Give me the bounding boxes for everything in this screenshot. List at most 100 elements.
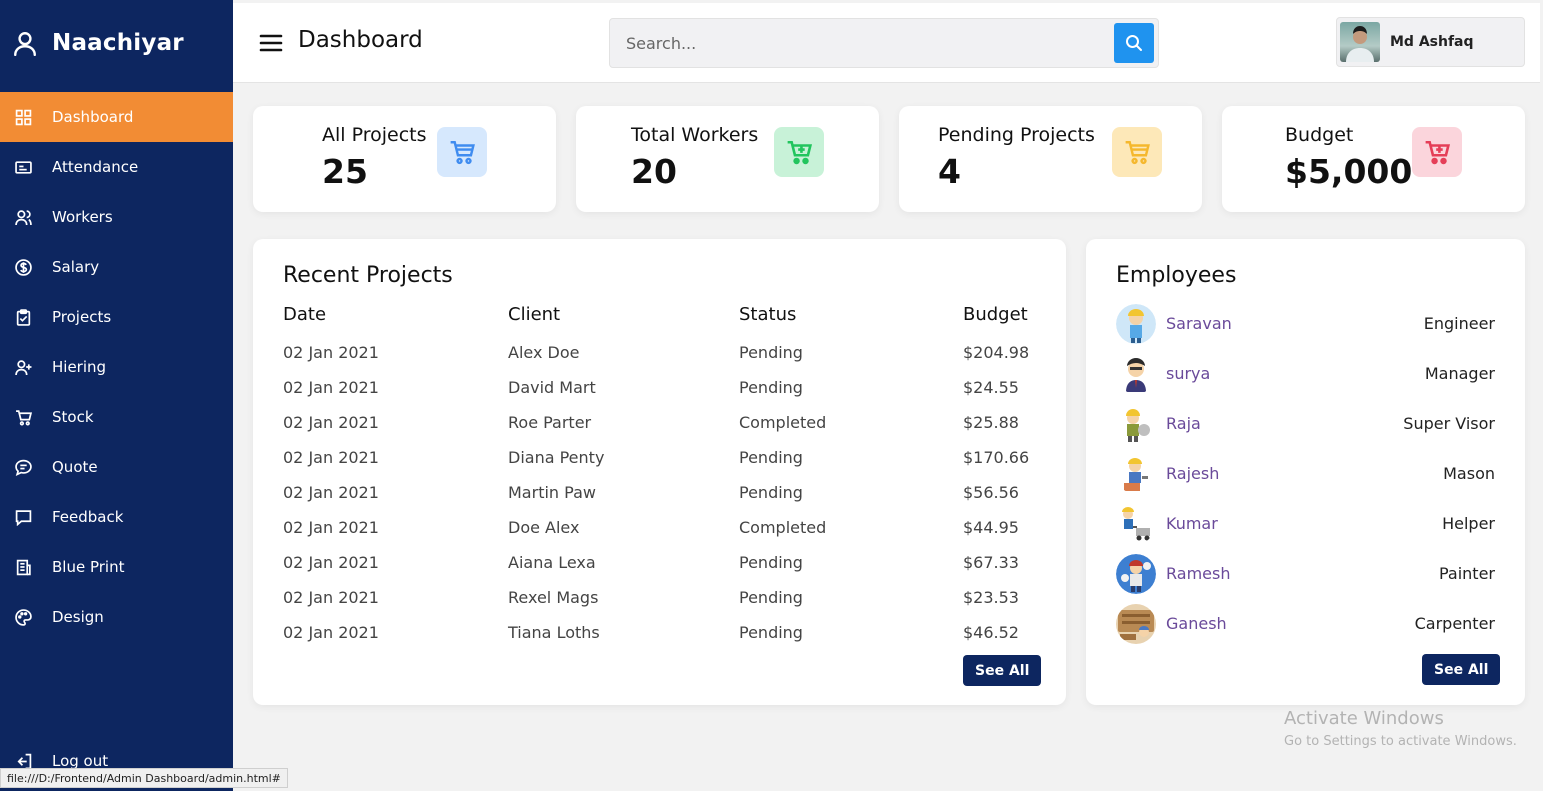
cell-budget: $44.95 — [963, 518, 1019, 537]
see-all-employees-button[interactable]: See All — [1422, 654, 1501, 685]
sidebar-item-workers[interactable]: Workers — [0, 192, 233, 242]
topbar: Dashboard Md Ashfaq — [233, 3, 1540, 83]
user-profile[interactable]: Md Ashfaq — [1336, 17, 1525, 67]
employee-item[interactable]: surya Manager — [1116, 354, 1495, 394]
employee-name: surya — [1166, 364, 1211, 383]
windows-activation-subtitle: Go to Settings to activate Windows. — [1284, 734, 1517, 749]
employee-role: Painter — [1438, 564, 1495, 583]
card-budget[interactable]: Budget $5,000 — [1222, 106, 1525, 212]
cart-icon — [16, 409, 32, 425]
cell-date: 02 Jan 2021 — [283, 378, 379, 397]
user-icon — [14, 32, 36, 56]
cell-date: 02 Jan 2021 — [283, 483, 379, 502]
table-row[interactable]: 02 Jan 2021 Rexel Mags Pending $23.53 — [283, 588, 1043, 618]
search-icon — [1126, 35, 1142, 51]
palette-icon — [15, 608, 32, 626]
card-all-projects[interactable]: All Projects 25 — [253, 106, 556, 212]
employee-name: Raja — [1166, 414, 1201, 433]
sidebar-item-projects[interactable]: Projects — [0, 292, 233, 342]
search-button[interactable] — [1114, 23, 1154, 63]
sidebar-item-hiering[interactable]: Hiering — [0, 342, 233, 392]
search-input[interactable] — [610, 19, 1110, 67]
message-icon — [15, 509, 32, 526]
employee-avatar — [1116, 554, 1156, 594]
employee-name: Ramesh — [1166, 564, 1231, 583]
sidebar-item-quote[interactable]: Quote — [0, 442, 233, 492]
table-row[interactable]: 02 Jan 2021 Doe Alex Completed $44.95 — [283, 518, 1043, 548]
hamburger-menu-icon[interactable] — [259, 33, 283, 53]
sidebar-item-label: Dashboard — [52, 108, 134, 126]
id-card-icon — [15, 160, 32, 174]
cell-client: Doe Alex — [508, 518, 580, 537]
employee-item[interactable]: Raja Super Visor — [1116, 404, 1495, 444]
cell-status: Completed — [739, 518, 827, 537]
employee-name: Ganesh — [1166, 614, 1227, 633]
employees-title: Employees — [1116, 263, 1237, 288]
cell-date: 02 Jan 2021 — [283, 343, 379, 362]
sidebar-item-label: Projects — [52, 308, 112, 326]
sidebar-item-design[interactable]: Design — [0, 592, 233, 642]
recent-projects-panel: Recent Projects Date Client Status Budge… — [253, 239, 1066, 705]
employee-item[interactable]: Ganesh Carpenter — [1116, 604, 1495, 644]
avatar — [1340, 22, 1380, 62]
card-total-workers[interactable]: Total Workers 20 — [576, 106, 879, 212]
cell-budget: $24.55 — [963, 378, 1019, 397]
see-all-projects-button[interactable]: See All — [963, 655, 1042, 686]
cell-date: 02 Jan 2021 — [283, 518, 379, 537]
cell-status: Pending — [739, 378, 803, 397]
search-box — [609, 18, 1159, 68]
brand-name: Naachiyar — [52, 30, 184, 56]
employee-item[interactable]: Ramesh Painter — [1116, 554, 1495, 594]
card-pending-projects[interactable]: Pending Projects 4 — [899, 106, 1202, 212]
employee-avatar — [1116, 354, 1156, 394]
employee-role: Carpenter — [1414, 614, 1495, 633]
card-value: $5,000 — [1285, 152, 1413, 191]
cell-budget: $56.56 — [963, 483, 1019, 502]
cell-client: Martin Paw — [508, 483, 596, 502]
card-label: All Projects — [322, 124, 427, 146]
card-icon-box — [1412, 127, 1462, 177]
table-row[interactable]: 02 Jan 2021 David Mart Pending $24.55 — [283, 378, 1043, 408]
user-name: Md Ashfaq — [1390, 34, 1474, 50]
employee-role: Helper — [1442, 514, 1495, 533]
cell-budget: $204.98 — [963, 343, 1030, 362]
table-row[interactable]: 02 Jan 2021 Roe Parter Completed $25.88 — [283, 413, 1043, 443]
page-title: Dashboard — [298, 27, 423, 53]
employee-item[interactable]: Rajesh Mason — [1116, 454, 1495, 494]
employee-avatar — [1116, 504, 1156, 544]
sidebar-item-label: Blue Print — [52, 558, 125, 576]
cell-status: Pending — [739, 483, 803, 502]
sidebar-item-dashboard[interactable]: Dashboard — [0, 92, 233, 142]
cell-client: Roe Parter — [508, 413, 592, 432]
sidebar-item-attendance[interactable]: Attendance — [0, 142, 233, 192]
cell-client: Rexel Mags — [508, 588, 599, 607]
table-row[interactable]: 02 Jan 2021 Tiana Loths Pending $46.52 — [283, 623, 1043, 653]
windows-activation-title: Activate Windows — [1284, 708, 1444, 729]
clipboard-icon — [16, 308, 31, 326]
cell-client: Aiana Lexa — [508, 553, 596, 572]
employee-item[interactable]: Saravan Engineer — [1116, 304, 1495, 344]
brand[interactable]: Naachiyar — [0, 0, 233, 86]
table-row[interactable]: 02 Jan 2021 Martin Paw Pending $56.56 — [283, 483, 1043, 513]
sidebar-item-feedback[interactable]: Feedback — [0, 492, 233, 542]
sidebar-item-salary[interactable]: Salary — [0, 242, 233, 292]
table-row[interactable]: 02 Jan 2021 Diana Penty Pending $170.66 — [283, 448, 1043, 478]
header-budget: Budget — [963, 304, 1028, 325]
cell-status: Completed — [739, 413, 827, 432]
sidebar-item-blue-print[interactable]: Blue Print — [0, 542, 233, 592]
cell-client: Alex Doe — [508, 343, 580, 362]
dollar-circle-icon — [15, 258, 32, 276]
cell-status: Pending — [739, 343, 803, 362]
card-label: Budget — [1285, 124, 1354, 146]
card-label: Total Workers — [631, 124, 759, 146]
employee-avatar — [1116, 304, 1156, 344]
user-plus-icon — [15, 359, 32, 375]
card-label: Pending Projects — [938, 124, 1095, 146]
table-row[interactable]: 02 Jan 2021 Aiana Lexa Pending $67.33 — [283, 553, 1043, 583]
table-row[interactable]: 02 Jan 2021 Alex Doe Pending $204.98 — [283, 343, 1043, 373]
sidebar-item-label: Salary — [52, 258, 100, 276]
cell-status: Pending — [739, 553, 803, 572]
employee-item[interactable]: Kumar Helper — [1116, 504, 1495, 544]
employee-name: Saravan — [1166, 314, 1232, 333]
sidebar-item-stock[interactable]: Stock — [0, 392, 233, 442]
